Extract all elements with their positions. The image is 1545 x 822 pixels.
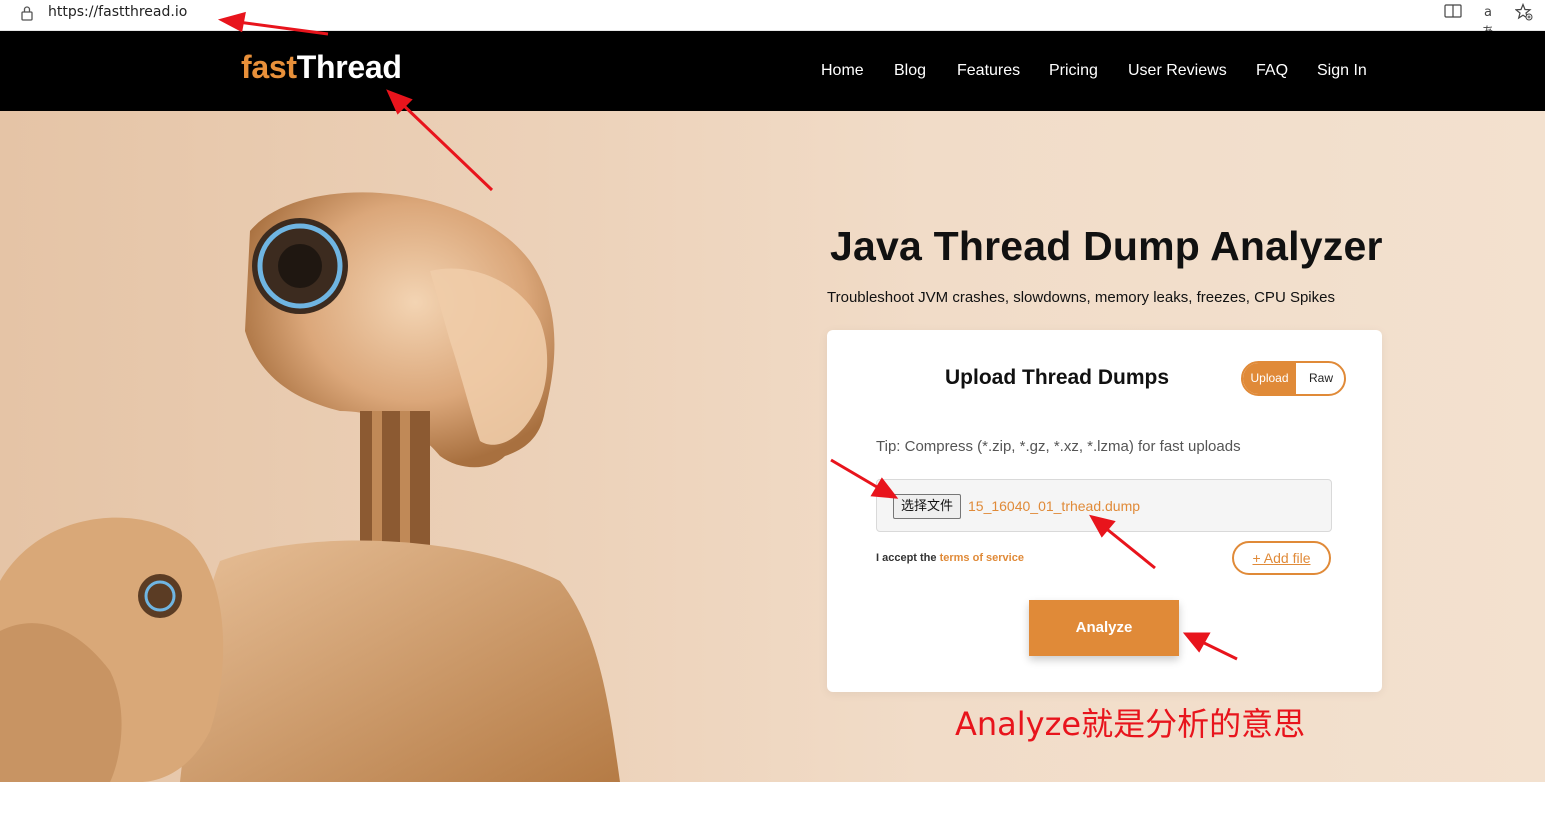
toggle-raw[interactable]: Raw — [1296, 363, 1344, 394]
top-navigation: fastThread Home Blog Features Pricing Us… — [0, 31, 1545, 111]
page-subtitle: Troubleshoot JVM crashes, slowdowns, mem… — [827, 289, 1335, 306]
hero-section: Java Thread Dump Analyzer Troubleshoot J… — [0, 111, 1545, 782]
analyze-button[interactable]: Analyze — [1029, 600, 1179, 656]
choose-file-button[interactable]: 选择文件 — [893, 494, 962, 519]
nav-link-faq[interactable]: FAQ — [1256, 62, 1288, 80]
favorite-icon[interactable] — [1514, 2, 1534, 23]
accept-prefix: I accept the — [876, 552, 940, 564]
upload-mode-toggle: Upload Raw — [1241, 361, 1346, 396]
file-input-box[interactable]: 选择文件 15_16040_01_trhead.dump — [876, 479, 1332, 532]
nav-link-user-reviews[interactable]: User Reviews — [1128, 62, 1227, 80]
accept-terms: I accept the terms of service — [876, 552, 1024, 564]
logo-thread: Thread — [296, 49, 402, 85]
url-field[interactable]: https://fastthread.io — [48, 4, 187, 20]
toggle-upload[interactable]: Upload — [1243, 363, 1296, 394]
nav-link-features[interactable]: Features — [957, 62, 1020, 80]
nav-link-blog[interactable]: Blog — [894, 62, 926, 80]
nav-link-sign-in[interactable]: Sign In — [1317, 62, 1367, 80]
add-file-button[interactable]: + Add file — [1232, 541, 1331, 575]
upload-card: Upload Thread Dumps Upload Raw Tip: Comp… — [827, 330, 1382, 692]
browser-address-bar: https://fastthread.io aあ — [0, 0, 1545, 40]
reader-mode-icon[interactable] — [1443, 3, 1463, 23]
translate-icon[interactable]: aあ — [1478, 3, 1498, 40]
annotation-text: Analyze就是分析的意思 — [955, 705, 1306, 743]
terms-of-service-link[interactable]: terms of service — [940, 552, 1024, 564]
site-logo[interactable]: fastThread — [241, 49, 402, 86]
upload-card-title: Upload Thread Dumps — [945, 366, 1170, 389]
nav-link-home[interactable]: Home — [821, 62, 864, 80]
upload-tip: Tip: Compress (*.zip, *.gz, *.xz, *.lzma… — [876, 438, 1241, 455]
selected-file-name: 15_16040_01_trhead.dump — [968, 498, 1141, 514]
page-title: Java Thread Dump Analyzer — [830, 223, 1383, 269]
robot-hero-image — [0, 192, 620, 782]
logo-fast: fast — [241, 49, 297, 85]
lock-icon — [21, 6, 33, 21]
nav-link-pricing[interactable]: Pricing — [1049, 62, 1098, 80]
